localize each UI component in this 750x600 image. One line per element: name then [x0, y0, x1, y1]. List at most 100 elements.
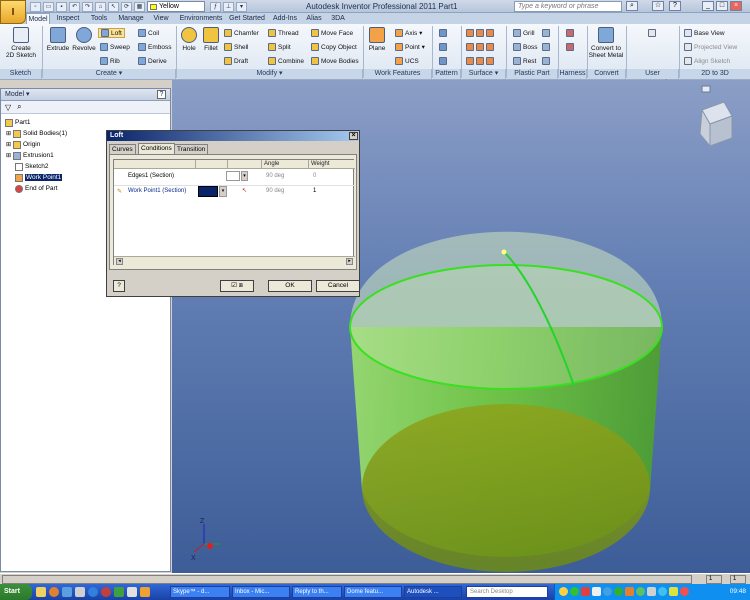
tray-icon[interactable]	[669, 587, 678, 596]
user-command-button[interactable]	[648, 29, 656, 37]
tray-icon[interactable]	[658, 587, 667, 596]
quick-launch-icon[interactable]	[75, 587, 85, 597]
tree-item-end-of-part[interactable]: End of Part	[15, 184, 58, 193]
projected-view-button[interactable]: Projected View	[684, 43, 737, 51]
undo-icon[interactable]: ↶	[69, 1, 80, 12]
tray-icon[interactable]	[636, 587, 645, 596]
condition-dropdown-arrow[interactable]: ▾	[241, 171, 248, 181]
update-icon[interactable]: ⟳	[121, 1, 132, 12]
quick-launch-icon[interactable]	[62, 587, 72, 597]
tab-environments[interactable]: Environments	[176, 13, 226, 24]
snap-fit-button[interactable]	[542, 29, 550, 37]
convert-sheet-metal-button[interactable]: Convert to Sheet Metal	[588, 27, 624, 59]
taskbar-item[interactable]: Reply to th...	[292, 586, 342, 598]
scroll-right-icon[interactable]: ▸	[346, 258, 353, 265]
cancel-button[interactable]: Cancel	[316, 280, 360, 292]
tree-item-part1[interactable]: Part1	[5, 118, 31, 127]
color-selector[interactable]: Yellow	[147, 1, 205, 12]
properties-icon[interactable]: ▦	[134, 1, 145, 12]
point-button[interactable]: Point ▾	[395, 43, 425, 51]
tree-item-work-point1[interactable]: Work Point1	[15, 173, 63, 182]
taskbar-item[interactable]: Inbox - Mic...	[232, 586, 290, 598]
tree-item-extrusion1[interactable]: ⊞ Extrusion1	[6, 151, 54, 160]
rectangular-pattern-button[interactable]	[439, 29, 447, 37]
revolve-button[interactable]: Revolve	[72, 27, 96, 52]
row-angle[interactable]: 90 deg	[266, 173, 284, 179]
open-icon[interactable]: ▭	[43, 1, 54, 12]
tree-item-solid-bodies[interactable]: ⊞ Solid Bodies(1)	[6, 129, 67, 138]
preview-toggle[interactable]: ☑ ⧈	[220, 280, 254, 292]
tab-view[interactable]: View	[150, 13, 172, 24]
tab-transition[interactable]: Transition	[174, 144, 209, 154]
tray-icon[interactable]	[680, 587, 689, 596]
taskbar-item-active[interactable]: Autodesk ...	[404, 586, 462, 598]
emboss-button[interactable]: Emboss	[138, 43, 171, 51]
lip-button[interactable]	[542, 57, 550, 65]
ucs-button[interactable]: UCS	[395, 57, 419, 65]
rest-button[interactable]: Rest	[513, 57, 536, 65]
find-icon[interactable]: ⌕	[17, 102, 21, 112]
help-icon[interactable]: ?	[669, 1, 681, 11]
point-condition-selector[interactable]	[198, 186, 218, 197]
rib-button[interactable]: Rib	[100, 57, 120, 65]
tray-icon[interactable]	[559, 587, 568, 596]
application-menu-button[interactable]: I	[0, 0, 26, 24]
loft-button[interactable]: Loft	[98, 28, 125, 38]
draft-button[interactable]: Draft	[224, 57, 248, 65]
derive-button[interactable]: Derive	[138, 57, 167, 65]
close-button[interactable]: ×	[730, 1, 742, 11]
rule-fillet-button[interactable]	[542, 43, 550, 51]
restore-button[interactable]: □	[716, 1, 728, 11]
move-face-button[interactable]: Move Face	[311, 29, 353, 37]
dropdown-icon[interactable]: ▾	[236, 1, 247, 12]
expand-icon[interactable]: ⊞	[6, 130, 11, 137]
stitch-button[interactable]	[466, 29, 494, 37]
function-icon[interactable]: ƒ	[210, 1, 221, 12]
tab-model[interactable]: Model	[26, 13, 50, 24]
mirror-button[interactable]	[439, 57, 447, 65]
extrude-button[interactable]: Extrude	[46, 27, 70, 52]
dialog-close-button[interactable]: ×	[349, 132, 358, 140]
tray-icon[interactable]	[614, 587, 623, 596]
search-input[interactable]: Type a keyword or phrase	[514, 1, 622, 12]
condition-dropdown-arrow[interactable]: ▾	[219, 186, 227, 197]
browser-help-button[interactable]: ?	[157, 90, 166, 99]
thread-button[interactable]: Thread	[268, 29, 299, 37]
tab-add-ins[interactable]: Add-Ins	[270, 13, 300, 24]
sweep-button[interactable]: Sweep	[100, 43, 130, 51]
harness-button-1[interactable]	[566, 29, 574, 37]
home-icon[interactable]: ⌂	[95, 1, 106, 12]
start-button[interactable]: Start	[0, 584, 32, 600]
viewcube[interactable]	[699, 101, 733, 148]
quick-launch-icon[interactable]	[127, 587, 137, 597]
expand-icon[interactable]: ⊞	[6, 141, 11, 148]
hole-button[interactable]: Hole	[179, 27, 199, 52]
measure-icon[interactable]: ⊥	[223, 1, 234, 12]
circular-pattern-button[interactable]	[439, 43, 447, 51]
work-point-marker[interactable]	[501, 249, 507, 255]
save-icon[interactable]: ▪	[56, 1, 67, 12]
tab-tools[interactable]: Tools	[87, 13, 111, 24]
desktop-search-input[interactable]: Search Desktop	[466, 586, 548, 598]
new-icon[interactable]: ▫	[30, 1, 41, 12]
tab-get-started[interactable]: Get Started	[227, 13, 267, 24]
top-edge-section[interactable]	[349, 264, 663, 390]
tray-icon[interactable]	[592, 587, 601, 596]
tangent-condition-icon[interactable]	[226, 171, 240, 181]
redo-icon[interactable]: ↷	[82, 1, 93, 12]
harness-button-2[interactable]	[566, 43, 574, 51]
plane-button[interactable]: Plane	[367, 27, 387, 52]
dialog-title-bar[interactable]: Loft ×	[107, 131, 359, 141]
viewcube-home-icon[interactable]	[701, 85, 711, 93]
clock[interactable]: 09:48	[730, 588, 746, 595]
tray-icon[interactable]	[647, 587, 656, 596]
tray-icon[interactable]	[603, 587, 612, 596]
quick-launch-icon[interactable]	[101, 587, 111, 597]
tab-curves[interactable]: Curves	[109, 144, 136, 154]
base-view-button[interactable]: Base View	[684, 29, 725, 37]
search-icon[interactable]: ⌕	[626, 1, 638, 11]
boss-button[interactable]: Boss	[513, 43, 537, 51]
row-weight[interactable]: 0	[313, 173, 316, 179]
chamfer-button[interactable]: Chamfer	[224, 29, 259, 37]
tab-manage[interactable]: Manage	[115, 13, 147, 24]
